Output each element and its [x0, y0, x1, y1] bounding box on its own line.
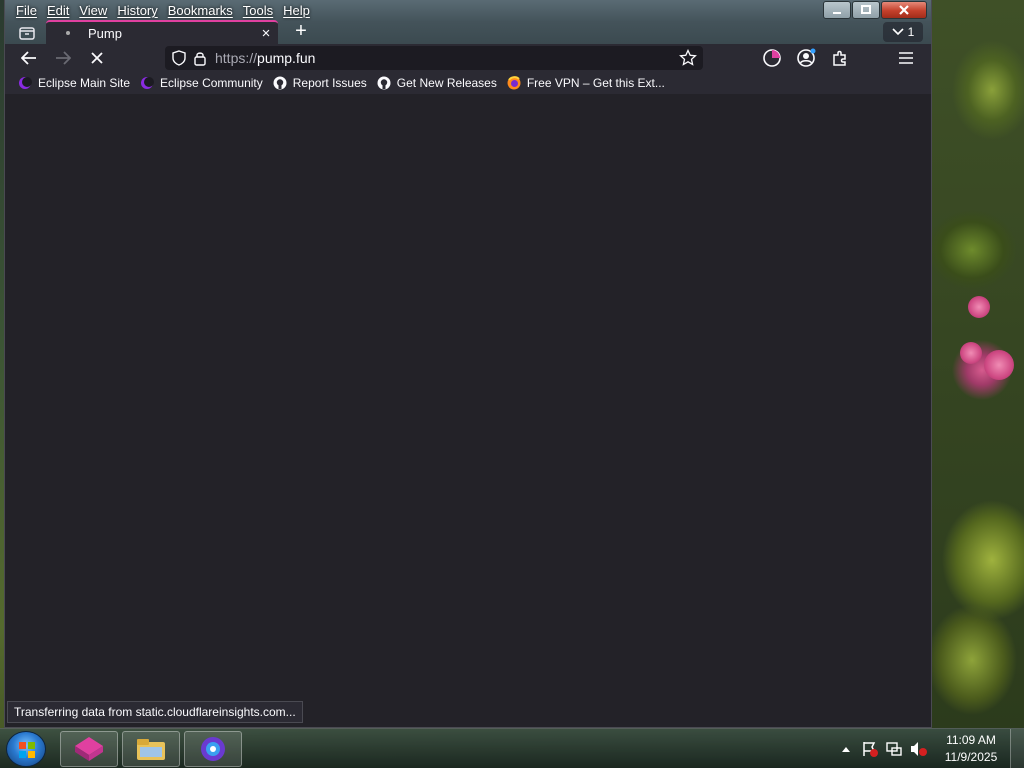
github-icon [273, 76, 287, 90]
menu-tools[interactable]: Tools [238, 2, 278, 20]
speaker-muted-icon [911, 742, 927, 756]
tab-manager-button[interactable] [15, 23, 39, 43]
back-button[interactable] [15, 46, 43, 70]
bookmarks-toolbar: Eclipse Main Site Eclipse Community Repo… [5, 72, 931, 94]
start-button[interactable] [6, 731, 46, 767]
network-status-icon [886, 742, 902, 756]
bookmark-get-new-releases[interactable]: Get New Releases [372, 73, 502, 93]
taskbar-app-browser[interactable] [60, 731, 118, 767]
shield-icon [172, 50, 186, 66]
minimize-icon [833, 12, 841, 14]
url-host: pump.fun [257, 50, 316, 66]
media-app-icon [201, 737, 225, 761]
url-bar[interactable]: https://pump.fun [165, 46, 703, 70]
page-content[interactable]: Transferring data from static.cloudflare… [5, 94, 931, 727]
lock-icon [194, 52, 206, 66]
windows-logo-icon [19, 742, 35, 758]
menu-view[interactable]: View [74, 2, 112, 20]
title-bar: File Edit View History Bookmarks Tools H… [5, 0, 931, 44]
bookmark-label: Eclipse Community [160, 76, 263, 90]
taskbar-app-media[interactable] [184, 731, 242, 767]
github-icon [377, 76, 391, 90]
account-button[interactable] [795, 48, 817, 68]
tab-title: Pump [88, 25, 122, 41]
maximize-icon [861, 5, 871, 14]
eclipse-icon [140, 76, 155, 90]
flower-decoration [968, 296, 990, 318]
privacy-icon [763, 49, 781, 67]
tab-list-icon [19, 27, 35, 40]
menu-file[interactable]: File [11, 2, 42, 20]
tab-count: 1 [907, 25, 915, 39]
bookmark-free-vpn[interactable]: Free VPN – Get this Ext... [502, 73, 670, 93]
show-hidden-icons-button[interactable] [837, 740, 855, 758]
system-tray: 11:09 AM 11/9/2025 [834, 729, 1024, 768]
browser-window: File Edit View History Bookmarks Tools H… [4, 0, 932, 728]
new-tab-button[interactable]: + [289, 21, 313, 43]
tab-loading-indicator [66, 31, 70, 35]
firefox-icon [507, 76, 521, 90]
status-panel: Transferring data from static.cloudflare… [7, 701, 303, 723]
volume-icon[interactable] [909, 740, 927, 758]
app-menu-button[interactable] [895, 48, 917, 68]
bookmark-label: Eclipse Main Site [38, 76, 131, 90]
taskbar: 11:09 AM 11/9/2025 [0, 728, 1024, 768]
navigation-toolbar: https://pump.fun [5, 44, 931, 72]
flag-icon [863, 742, 878, 757]
bookmark-label: Free VPN – Get this Ext... [526, 76, 665, 90]
browser-app-icon [75, 737, 103, 761]
stop-button[interactable] [83, 46, 111, 70]
private-browsing-button[interactable] [761, 48, 783, 68]
url-scheme: https:// [215, 50, 258, 66]
back-arrow-icon [21, 51, 36, 65]
menu-help[interactable]: Help [278, 2, 315, 20]
tab-close-button[interactable]: × [254, 25, 278, 42]
hamburger-menu-icon [899, 52, 913, 64]
star-icon[interactable] [679, 49, 697, 67]
clock-time: 11:09 AM [946, 733, 996, 747]
close-icon [899, 5, 909, 15]
tab-strip: Pump × + 1 [5, 20, 931, 44]
account-icon [797, 48, 816, 67]
clock-date: 11/9/2025 [944, 750, 998, 764]
flower-decoration [984, 350, 1014, 380]
bookmark-report-issues[interactable]: Report Issues [268, 73, 372, 93]
menu-edit[interactable]: Edit [42, 2, 74, 20]
tab-pump[interactable]: Pump × [46, 20, 278, 44]
chevron-up-icon [842, 747, 850, 752]
forward-arrow-icon [56, 51, 71, 65]
folder-icon [137, 739, 165, 760]
maximize-button[interactable] [852, 1, 880, 19]
list-all-tabs-button[interactable]: 1 [883, 22, 923, 42]
forward-button[interactable] [49, 46, 77, 70]
minimize-button[interactable] [823, 1, 851, 19]
puzzle-icon [833, 50, 846, 66]
eclipse-icon [18, 76, 32, 90]
bookmark-label: Get New Releases [396, 76, 497, 90]
show-desktop-button[interactable] [1010, 729, 1024, 768]
flower-decoration [960, 342, 982, 364]
bookmark-eclipse-main-site[interactable]: Eclipse Main Site [13, 73, 135, 93]
system-clock[interactable]: 11:09 AM 11/9/2025 [936, 732, 1006, 766]
menu-bookmarks[interactable]: Bookmarks [163, 2, 238, 20]
menu-bar: File Edit View History Bookmarks Tools H… [11, 2, 315, 20]
menu-history[interactable]: History [112, 2, 162, 20]
taskbar-app-file-explorer[interactable] [122, 731, 180, 767]
network-icon[interactable] [885, 740, 903, 758]
desktop-wallpaper [932, 0, 1024, 728]
extensions-button[interactable] [829, 48, 851, 68]
stop-icon [91, 52, 103, 64]
action-center-icon[interactable] [861, 740, 879, 758]
window-controls [823, 1, 927, 19]
chevron-down-icon [892, 28, 904, 36]
bookmark-label: Report Issues [292, 76, 367, 90]
url-text: https://pump.fun [215, 50, 315, 66]
close-window-button[interactable] [881, 1, 927, 19]
bookmark-eclipse-community[interactable]: Eclipse Community [135, 73, 268, 93]
